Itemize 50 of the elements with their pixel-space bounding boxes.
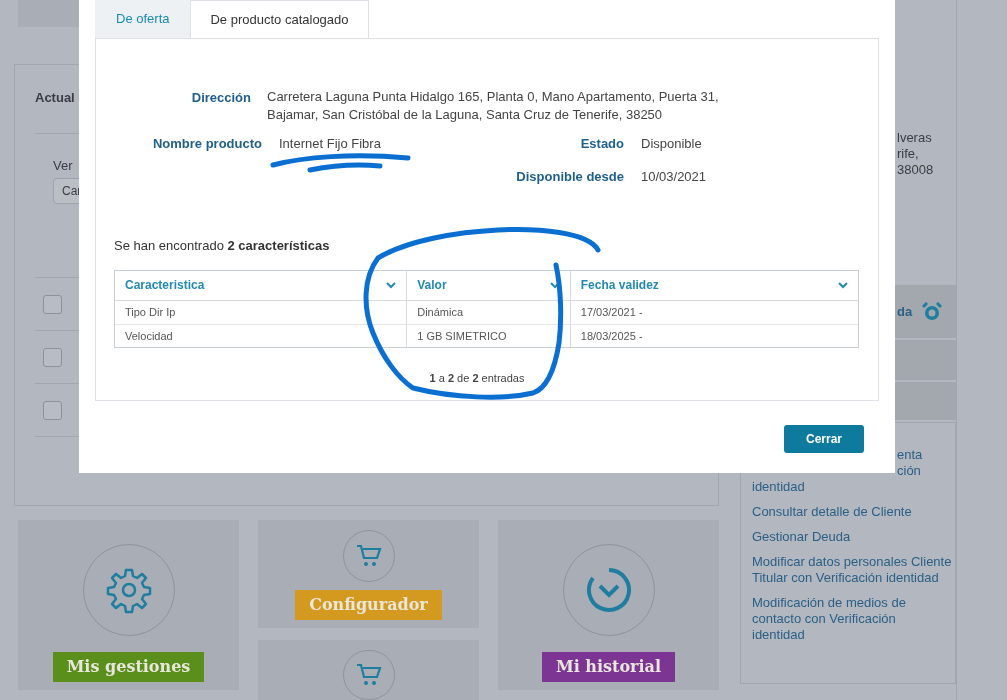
- link[interactable]: identidad: [752, 479, 952, 495]
- table-cell: 17/03/2021 -: [569, 300, 858, 324]
- close-button[interactable]: Cerrar: [784, 425, 864, 453]
- address-text: rife,: [897, 146, 920, 162]
- tile[interactable]: Configurador: [258, 520, 479, 628]
- gear-icon: [104, 566, 153, 614]
- column-header[interactable]: Valor: [406, 270, 570, 300]
- table-cell-text: Velocidad: [124, 328, 174, 344]
- address-text: 38008: [897, 162, 935, 178]
- field-label: Dirección: [190, 89, 251, 107]
- column-header[interactable]: Caracteristica: [115, 270, 407, 300]
- table-cell: 1 GB SIMETRICO: [406, 324, 570, 347]
- checkbox[interactable]: [43, 347, 62, 367]
- tile-label: Mis gestiones: [52, 652, 205, 682]
- card-title: Actual: [35, 90, 75, 106]
- link[interactable]: Gestionar Deuda: [752, 529, 952, 545]
- clock-icon: [584, 566, 633, 614]
- field-value: Internet Fijo Fibra: [279, 135, 382, 153]
- checkbox[interactable]: [43, 400, 62, 420]
- chevron-down-icon: [838, 281, 848, 289]
- field-value: Carretera Laguna Punta Hidalgo 165, Planta 0, Mano Apartamento, Puerta 31, Bajamar, San Cristóbal de la Laguna, Santa Cruz de Tenerife, 38250: [267, 88, 720, 124]
- results-summary: Se han encontrado 2 características: [114, 237, 331, 255]
- field-label: Disponible desde: [515, 167, 624, 186]
- shopping-cart-icon: [355, 663, 382, 687]
- link[interactable]: Consultar detalle de Cliente: [752, 504, 952, 520]
- tile-label: Mi historial: [541, 652, 676, 682]
- address-text: lveras: [897, 130, 933, 146]
- tile[interactable]: Mis gestiones: [18, 520, 239, 690]
- tab[interactable]: De producto catalogado: [190, 0, 369, 38]
- table-cell: 18/03/2025 -: [569, 324, 858, 347]
- field-value: 10/03/2021: [641, 167, 707, 186]
- link[interactable]: Modificación de medios de contacto con Verificación identidad: [752, 595, 952, 643]
- alarm-clock-icon: [922, 301, 943, 322]
- checkbox[interactable]: [43, 294, 62, 314]
- tab[interactable]: De oferta: [95, 0, 191, 38]
- tile[interactable]: Mi historial: [498, 520, 719, 690]
- field-label: Nombre producto: [151, 135, 262, 153]
- field-value: Disponible: [641, 135, 702, 153]
- link[interactable]: Modificar datos personales Cliente Titular con Verificación identidad: [752, 554, 952, 586]
- chevron-down-icon: [386, 281, 397, 289]
- tile[interactable]: [258, 640, 479, 700]
- view-label: Ver: [53, 157, 73, 176]
- table-cell: Dinámica: [406, 300, 570, 324]
- table-cell-text: Tipo Dir Ip: [124, 304, 177, 320]
- pagination-info: 1 a 2 de 2 entradas: [429, 370, 525, 386]
- column-header[interactable]: Fecha validez: [569, 270, 858, 300]
- shopping-cart-icon: [355, 544, 382, 568]
- tile-label: Configurador: [295, 590, 442, 620]
- chevron-down-icon: [549, 281, 560, 289]
- field-label: Estado: [579, 135, 624, 153]
